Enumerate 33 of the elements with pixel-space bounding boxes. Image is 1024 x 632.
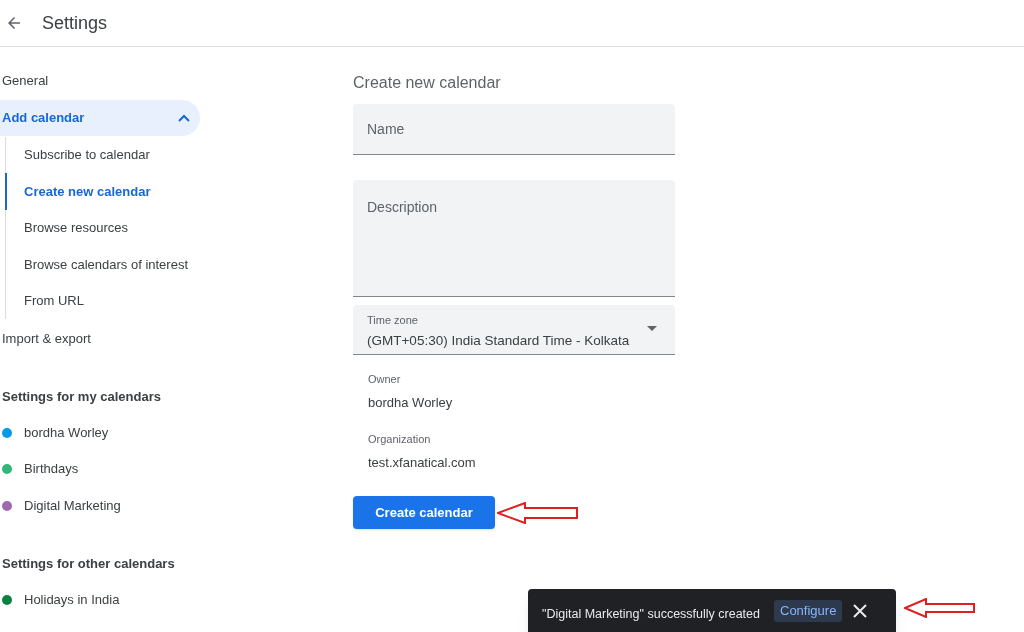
field-value: test.xfanatical.com	[368, 453, 477, 472]
sidebar-item[interactable]: Add calendar	[0, 99, 200, 136]
name-field[interactable]: Name	[353, 104, 675, 155]
section-heading: Settings for other calendars	[1, 555, 176, 574]
field-label: Owner	[368, 372, 402, 387]
sidebar-subitem[interactable]: Create new calendar	[4, 173, 200, 210]
section-heading: Settings for my calendars	[1, 387, 162, 406]
sidebar-item[interactable]: Import & export	[0, 320, 200, 357]
calendar-item[interactable]: bordha Worley	[0, 414, 200, 451]
time-zone-dropdown[interactable]: Time zone (GMT+05:30) India Standard Time - Kolkata	[353, 305, 675, 355]
chevron-icon	[178, 113, 190, 122]
sidebar-subitem[interactable]: From URL	[6, 282, 201, 320]
close-icon	[853, 604, 868, 618]
sidebar-subitem[interactable]: Browse resources	[6, 209, 201, 247]
snackbar-message: "Digital Marketing" successfully created	[542, 606, 760, 623]
pointer-arrow	[904, 598, 976, 618]
calendar-item[interactable]: Digital Marketing	[0, 487, 200, 524]
sidebar-subitem[interactable]: Subscribe to calendar	[6, 136, 201, 174]
page-title: Settings	[42, 11, 108, 35]
field-label: Organization	[368, 432, 432, 447]
field-value: (GMT+05:30) India Standard Time - Kolkata	[367, 331, 630, 350]
description-field[interactable]: Description	[353, 180, 675, 297]
configure-link[interactable]: Configure	[774, 600, 843, 622]
sidebar-item[interactable]: General	[0, 63, 200, 99]
calendar-item[interactable]: Birthdays	[0, 450, 200, 488]
field-label: Time zone	[367, 313, 419, 328]
close-button[interactable]	[852, 603, 869, 619]
sidebar-subitem[interactable]: Browse calendars of interest	[6, 246, 201, 283]
form-title: Create new calendar	[353, 73, 502, 93]
create-calendar-button[interactable]: Create calendar	[353, 496, 495, 529]
calendar-item[interactable]: Holidays in India	[0, 581, 200, 619]
dropdown-caret-icon	[647, 326, 657, 331]
field-value: bordha Worley	[368, 393, 454, 412]
